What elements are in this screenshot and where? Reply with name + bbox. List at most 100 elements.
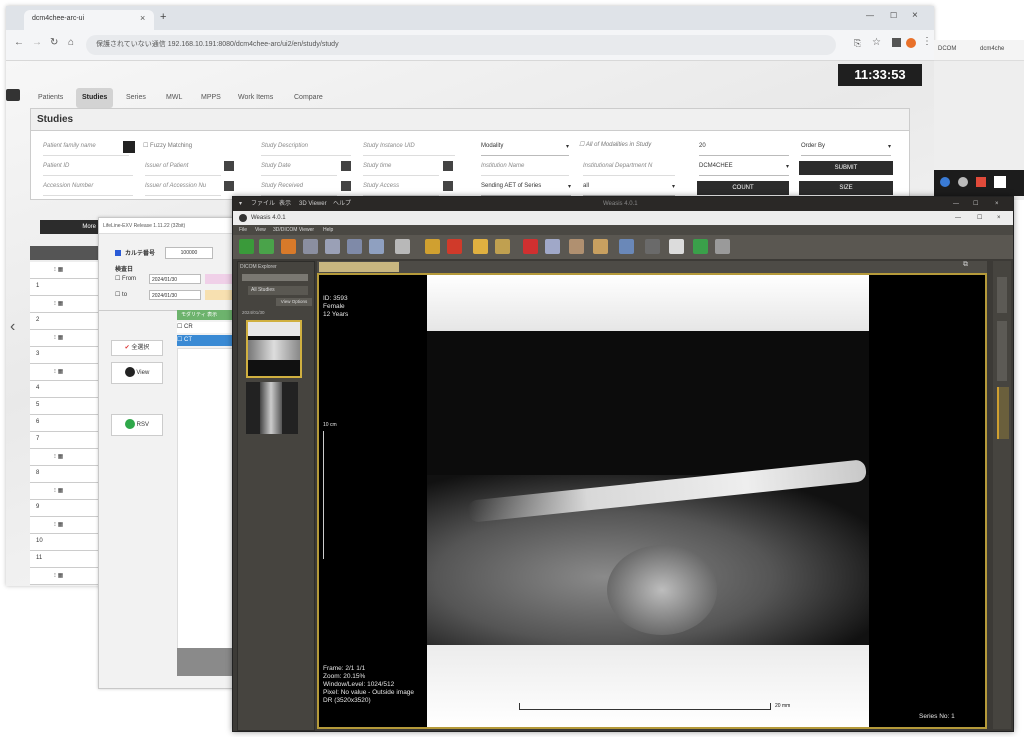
window-close-icon[interactable]: × [912,10,918,21]
tab-studies[interactable]: Studies [76,88,114,108]
patient-id-input[interactable]: Patient ID [43,163,133,176]
home-icon[interactable]: ⌂ [68,37,74,48]
menu-file[interactable]: File [239,225,247,235]
info-icon[interactable] [715,239,730,254]
sync-icon[interactable] [545,239,560,254]
minimize-icon[interactable]: — [866,11,874,20]
layout-icon[interactable] [281,239,296,254]
menu-help[interactable]: Help [323,225,333,235]
issuer-of-patient-input[interactable]: Issuer of Patient [145,163,221,176]
reset-icon[interactable] [645,239,660,254]
menu-3d[interactable]: 3D/DICOM Viewer [273,225,314,235]
table-row[interactable]: 6 [30,415,98,432]
profile-avatar[interactable] [906,38,916,48]
studies-select[interactable]: All Studies [248,286,308,295]
more-button[interactable]: More [40,220,100,234]
study-received-input[interactable]: Study Received [261,183,337,196]
export-image-icon[interactable] [669,239,684,254]
institutional-department-input[interactable]: Institutional Department N [583,163,675,176]
study-time-input[interactable]: Study time [363,163,439,176]
modality-select[interactable]: Modality ▾ [481,143,569,156]
calendar-icon[interactable] [341,181,351,191]
fuzzy-matching-checkbox[interactable]: ☐ Fuzzy Matching [143,142,192,149]
menu-help-jp[interactable]: ヘルプ [333,197,351,211]
record-icon[interactable] [523,239,538,254]
menu-3d-jp[interactable]: 3D Viewer [299,197,327,211]
bookmark-item[interactable]: DCOM [938,46,956,52]
window-level-icon[interactable] [369,239,384,254]
browser-tab[interactable]: dcm4chee-arc-ui × [24,10,154,30]
table-row[interactable]: ⁝ ▦ [30,330,98,347]
study-description-input[interactable]: Study Description [261,143,351,156]
select-all-button[interactable]: ✔ 全選択 [111,340,163,356]
order-by-select[interactable]: Order By ▾ [801,143,891,156]
menu-file-jp[interactable]: ファイル [251,197,275,211]
patient-family-name-input[interactable]: Patient family name [43,143,129,156]
maximize-icon[interactable]: ☐ [973,197,978,211]
table-row[interactable]: 3 [30,347,98,364]
checkbox-icon[interactable] [115,250,121,256]
calendar-icon[interactable] [443,181,453,191]
table-row[interactable]: 4 [30,381,98,398]
view-button[interactable]: View [111,362,163,384]
ruler-icon[interactable] [495,239,510,254]
reload-icon[interactable]: ↻ [50,37,58,48]
tab-work-items[interactable]: Work Items [232,88,279,108]
print-icon[interactable] [693,239,708,254]
calendar-icon[interactable] [341,161,351,171]
table-row[interactable]: ⁝ ▦ [30,262,98,279]
series-thumbnail[interactable] [246,382,298,434]
menu-view[interactable]: View [255,225,266,235]
forward-icon[interactable]: → [32,37,42,48]
rotate-icon[interactable] [347,239,362,254]
table-row[interactable]: 1 [30,279,98,296]
institution-name-input[interactable]: Institution Name [481,163,569,176]
table-row[interactable]: ⁝ ▦ [30,449,98,466]
all-modalities-checkbox[interactable]: ☐ All of Modalities in Study [579,141,651,148]
table-row[interactable]: ⁝ ▦ [30,364,98,381]
play-icon[interactable] [593,239,608,254]
table-row[interactable]: ⁝ ▦ [30,296,98,313]
star-icon[interactable]: ☆ [872,37,881,48]
hamburger-icon[interactable] [6,89,20,101]
to-date-input[interactable]: 2024/01/30 [149,290,201,300]
viewer-menu-icon[interactable]: ▾ [239,197,242,211]
chevron-left-icon[interactable]: ‹ [10,318,15,336]
from-date-button[interactable] [205,274,235,284]
submit-button[interactable]: SUBMIT [799,161,893,175]
aet-select[interactable]: DCM4CHEE ▾ [699,163,789,176]
close-icon[interactable]: × [997,211,1001,225]
viewer-tab[interactable] [319,262,399,272]
tab-mpps[interactable]: MPPS [195,88,227,108]
tab-compare[interactable]: Compare [288,88,329,108]
patient-select[interactable] [242,274,308,281]
minimize-icon[interactable]: — [955,211,961,225]
clock-icon[interactable] [443,161,453,171]
table-row[interactable]: 7 [30,432,98,449]
cine-icon[interactable] [569,239,584,254]
back-icon[interactable]: ← [14,37,24,48]
table-row[interactable]: ⁝ ▦ [30,517,98,534]
sending-aet-value-select[interactable]: all ▾ [583,183,675,196]
study-date-input[interactable]: Study Date [261,163,337,176]
close-icon[interactable]: × [140,13,145,23]
new-tab-icon[interactable]: + [160,11,166,23]
export-icon[interactable] [259,239,274,254]
table-row[interactable]: 10 [30,534,98,551]
tab-series[interactable]: Series [120,88,152,108]
app-icon[interactable] [976,177,986,187]
side-tab-measure[interactable] [997,387,1009,439]
karte-input[interactable]: 100000 [165,247,213,259]
rsv-button[interactable]: RSV [111,414,163,436]
sending-aet-select[interactable]: Sending AET of Series ▾ [481,183,571,196]
tab-mwl[interactable]: MWL [160,88,188,108]
tab-patients[interactable]: Patients [32,88,69,108]
accession-number-input[interactable]: Accession Number [43,183,133,196]
maximize-icon[interactable]: ☐ [890,11,897,20]
app-icon[interactable] [958,177,968,187]
table-row[interactable]: 8 [30,466,98,483]
import-icon[interactable] [239,239,254,254]
menu-icon[interactable]: ⋮ [922,36,932,47]
table-row[interactable]: 5 [30,398,98,415]
side-tab-image[interactable] [997,321,1007,381]
